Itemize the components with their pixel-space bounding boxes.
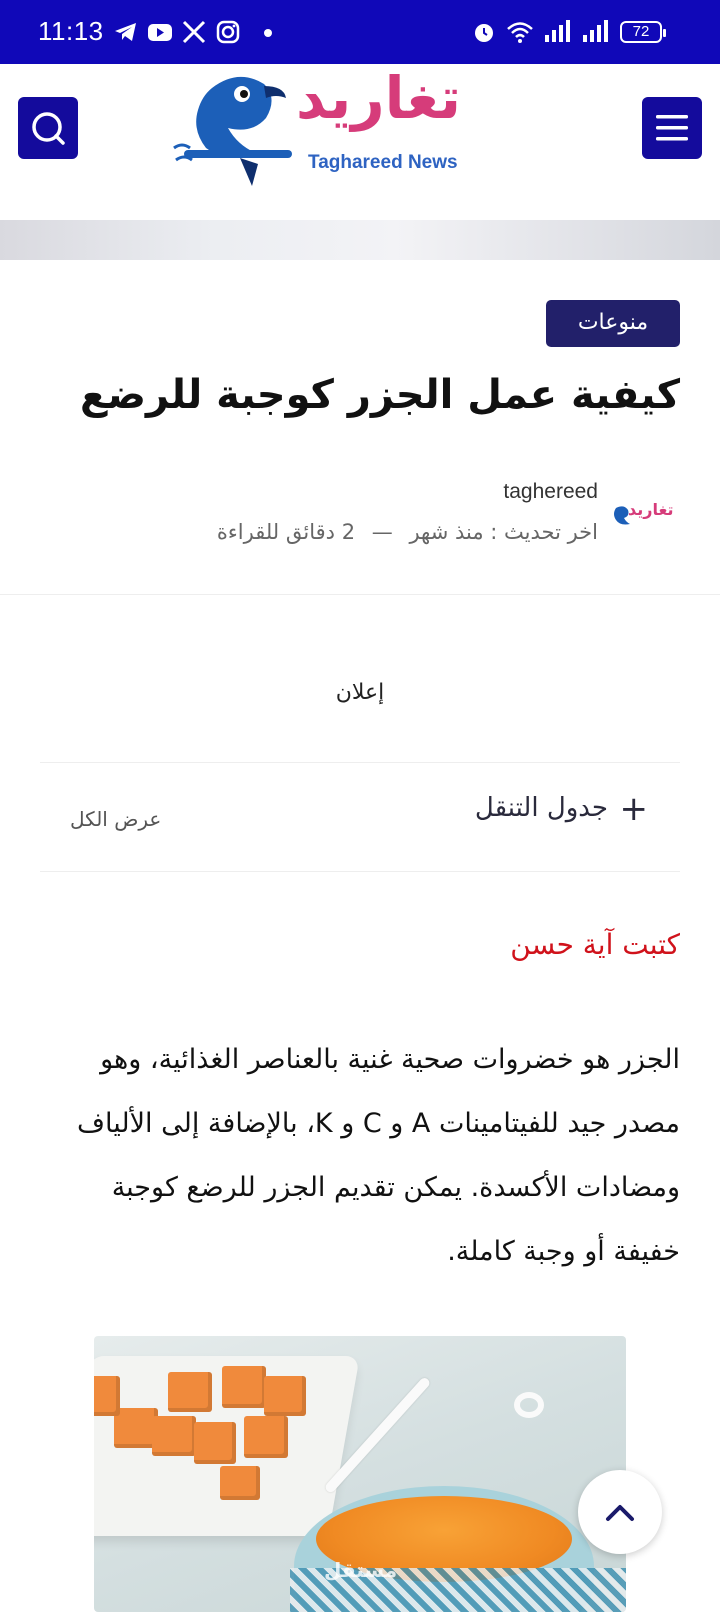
search-icon [32, 112, 65, 145]
article-title: كيفية عمل الجزر كوجبة للرضع [80, 372, 680, 418]
category-badge[interactable]: منوعات [546, 300, 680, 347]
toc-show-all-link[interactable]: عرض الكل [70, 807, 161, 831]
carrot-cube [220, 1466, 260, 1500]
carrot-cube [244, 1416, 288, 1458]
scroll-to-top-button[interactable] [578, 1470, 662, 1554]
telegram-icon [115, 23, 136, 41]
site-logo[interactable]: تغاريد Taghareed News [168, 64, 528, 194]
notification-dot-icon [264, 29, 272, 37]
article-image: مستقل [94, 1336, 626, 1612]
carrot-cube [264, 1376, 306, 1416]
ad-label: إعلان [335, 680, 385, 705]
wifi-icon [507, 22, 533, 43]
carrot-cube [222, 1366, 266, 1408]
search-button[interactable] [18, 97, 78, 159]
image-watermark: مستقل [324, 1558, 398, 1582]
author-name[interactable]: taghereed [503, 480, 598, 504]
meta-separator: — [371, 520, 393, 544]
read-time-text: 2 دقائق للقراءة [216, 520, 356, 544]
battery-icon: 72 [620, 21, 666, 43]
avatar-text: تغاريد [628, 500, 674, 519]
byline: كتبت آية حسن [510, 928, 680, 961]
carrot-cube [194, 1422, 236, 1464]
divider [0, 594, 720, 595]
logo-arabic-text: تغاريد [296, 64, 461, 132]
chevron-up-icon [606, 1505, 634, 1521]
x-icon [182, 20, 206, 44]
table-of-contents[interactable]: + جدول التنقل عرض الكل [40, 762, 680, 872]
carrot-cube [94, 1376, 120, 1416]
alarm-icon [475, 24, 493, 42]
hero-image-strip [0, 220, 720, 260]
menu-icon [656, 115, 688, 141]
last-update-text: اخر تحديث : منذ شهر [409, 520, 598, 544]
menu-button[interactable] [642, 97, 702, 159]
instagram-icon [216, 20, 240, 44]
carrot-cube [152, 1416, 196, 1456]
logo-english-text: Taghareed News [308, 152, 458, 173]
article-paragraph: الجزر هو خضروات صحية غنية بالعناصر الغذا… [77, 1044, 680, 1267]
site-header: تغاريد Taghareed News [0, 64, 720, 220]
toc-toggle-icon[interactable]: + [620, 789, 649, 829]
toc-title[interactable]: جدول التنقل [475, 793, 608, 823]
bird-logo-icon [173, 76, 292, 186]
status-bar: 11:13 72 [0, 0, 720, 64]
carrot-cube [168, 1372, 212, 1412]
spoon-head-shape [514, 1392, 544, 1418]
author-avatar[interactable]: تغاريد [610, 500, 674, 530]
signal-icon [545, 20, 570, 42]
status-time: 11:13 [38, 16, 104, 46]
youtube-icon [148, 24, 172, 41]
signal-icon-2 [583, 20, 608, 42]
article-meta: اخر تحديث : منذ شهر — 2 دقائق للقراءة [207, 520, 598, 544]
